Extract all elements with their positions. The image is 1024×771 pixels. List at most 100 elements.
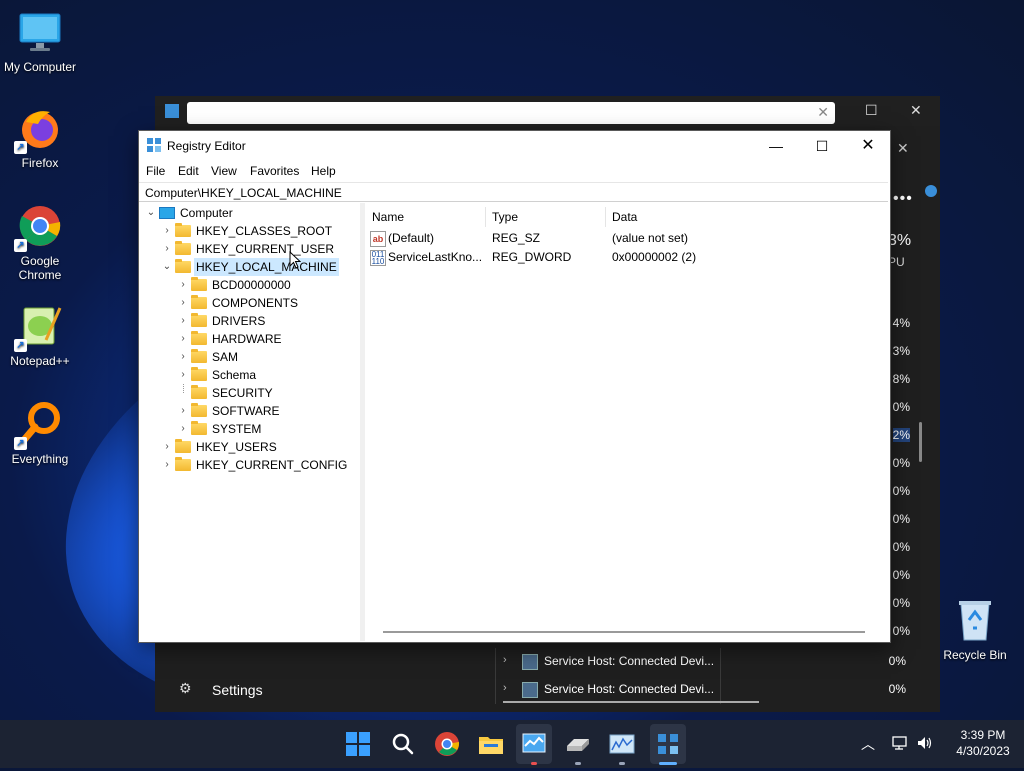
settings-nav-item[interactable]: ⚙ Settings: [155, 656, 495, 712]
maximize-icon[interactable]: ☐: [799, 131, 845, 161]
value-row[interactable]: ab (Default) REG_SZ (value not set): [370, 229, 870, 248]
chevron-right-icon[interactable]: ›: [178, 312, 188, 330]
tree-node-system[interactable]: › SYSTEM: [139, 420, 359, 438]
tree-node-hkey-classes-root[interactable]: › HKEY_CLASSES_ROOT: [139, 222, 359, 240]
registry-editor-titlebar[interactable]: Registry Editor — ☐ ✕: [139, 131, 890, 161]
chevron-right-icon[interactable]: ›: [178, 348, 188, 366]
value-row[interactable]: 011 110 ServiceLastKno... REG_DWORD 0x000…: [370, 248, 870, 267]
address-bar[interactable]: Computer\HKEY_LOCAL_MACHINE: [139, 182, 888, 202]
chevron-right-icon[interactable]: ›: [162, 456, 172, 474]
menu-bar: File Edit View Favorites Help: [139, 161, 890, 181]
taskbar-registry-editor[interactable]: [654, 730, 682, 758]
chevron-down-icon[interactable]: ⌄: [162, 258, 172, 276]
process-row[interactable]: › Service Host: Connected Devi... 0%: [500, 652, 910, 672]
chevron-right-icon[interactable]: ›: [178, 420, 188, 438]
tree-node-components[interactable]: › COMPONENTS: [139, 294, 359, 312]
desktop-icon-my-computer[interactable]: My Computer: [0, 8, 80, 74]
clear-search-icon[interactable]: ✕: [817, 104, 829, 121]
menu-file[interactable]: File: [146, 164, 165, 178]
tree-node-software[interactable]: › SOFTWARE: [139, 402, 359, 420]
tree-node-computer[interactable]: ⌄ Computer: [139, 204, 359, 222]
folder-open-icon: [175, 259, 191, 273]
tree-node-schema[interactable]: › Schema: [139, 366, 359, 384]
network-icon[interactable]: [891, 734, 909, 755]
menu-view[interactable]: View: [211, 164, 237, 178]
process-row[interactable]: › Service Host: Connected Devi... 0%: [500, 680, 910, 700]
horizontal-scrollbar[interactable]: [383, 631, 865, 633]
chevron-up-icon[interactable]: ︿: [861, 734, 875, 754]
desktop-icon-firefox[interactable]: ↗ Firefox: [0, 104, 80, 170]
folder-icon: [175, 457, 191, 471]
menu-edit[interactable]: Edit: [178, 164, 199, 178]
tree-label: HARDWARE: [212, 332, 282, 346]
column-header-type[interactable]: Type: [492, 207, 518, 227]
help-icon[interactable]: [925, 185, 937, 197]
tree-node-hardware[interactable]: › HARDWARE: [139, 330, 359, 348]
tree-label: SAM: [212, 350, 239, 364]
minimize-icon[interactable]: —: [753, 131, 799, 161]
desktop-icon-notepad-plus-plus[interactable]: ↗ Notepad++: [0, 302, 80, 368]
chevron-down-icon[interactable]: ⌄: [146, 204, 156, 222]
string-value-icon: ab: [370, 231, 386, 247]
more-options-icon[interactable]: •••: [893, 190, 913, 208]
column-header-name[interactable]: Name: [372, 207, 404, 227]
desktop-icon-recycle-bin[interactable]: Recycle Bin: [935, 596, 1015, 662]
start-button[interactable]: [344, 730, 372, 758]
registry-editor-icon: [658, 734, 678, 754]
folder-icon: [191, 277, 207, 291]
tree-label: SYSTEM: [212, 422, 262, 436]
tree-node-hkey-current-user[interactable]: › HKEY_CURRENT_USER: [139, 240, 359, 258]
tree-node-drivers[interactable]: › DRIVERS: [139, 312, 359, 330]
cpu-percent: 3%: [892, 344, 910, 358]
taskbar-resource-monitor[interactable]: [608, 730, 636, 758]
search-button[interactable]: [389, 730, 417, 758]
folder-icon: [175, 223, 191, 237]
maximize-icon[interactable]: ☐: [865, 102, 878, 119]
tree-label: SOFTWARE: [212, 404, 280, 418]
tree-node-hkey-current-config[interactable]: › HKEY_CURRENT_CONFIG: [139, 456, 359, 474]
chevron-right-icon[interactable]: ›: [162, 438, 172, 456]
column-divider[interactable]: [605, 207, 606, 227]
tree-node-hkey-users[interactable]: › HKEY_USERS: [139, 438, 359, 456]
menu-favorites[interactable]: Favorites: [250, 164, 299, 178]
desktop-icon-everything[interactable]: ↗ Everything: [0, 400, 80, 466]
monitor-icon: [16, 8, 64, 56]
chevron-right-icon[interactable]: ›: [178, 402, 188, 420]
taskbar-task-manager[interactable]: [520, 730, 548, 758]
taskbar-file-explorer[interactable]: [477, 730, 505, 758]
chevron-right-icon[interactable]: ›: [503, 682, 507, 694]
desktop-icon-google-chrome[interactable]: ↗ Google Chrome: [0, 202, 80, 282]
column-header-data[interactable]: Data: [612, 207, 637, 227]
tree-node-security[interactable]: SECURITY: [139, 384, 359, 402]
chevron-right-icon[interactable]: ›: [162, 222, 172, 240]
close-icon[interactable]: ✕: [897, 140, 909, 157]
tree-node-hkey-local-machine[interactable]: ⌄ HKEY_LOCAL_MACHINE: [139, 258, 359, 276]
chevron-right-icon[interactable]: ›: [503, 654, 507, 666]
clock[interactable]: 3:39 PM 4/30/2023: [950, 728, 1016, 758]
chevron-right-icon[interactable]: ›: [178, 276, 188, 294]
volume-icon[interactable]: [916, 734, 934, 755]
task-manager-titlebar: ✕ ☐ ✕: [155, 96, 940, 126]
menu-help[interactable]: Help: [311, 164, 336, 178]
running-indicator: [531, 762, 537, 765]
desktop-icon-label: Firefox: [21, 156, 59, 170]
scrollbar-thumb[interactable]: [919, 422, 922, 462]
chevron-right-icon[interactable]: ›: [178, 366, 188, 384]
close-icon[interactable]: ✕: [845, 131, 891, 161]
tree-node-bcd00000000[interactable]: › BCD00000000: [139, 276, 359, 294]
horizontal-scrollbar[interactable]: [503, 701, 759, 703]
column-divider[interactable]: [485, 207, 486, 227]
taskbar: ︿ 3:39 PM 4/30/2023: [0, 720, 1024, 768]
chevron-right-icon[interactable]: ›: [178, 330, 188, 348]
task-manager-search-input[interactable]: ✕: [187, 102, 835, 124]
close-icon[interactable]: ✕: [910, 102, 922, 119]
chevron-right-icon[interactable]: ›: [162, 240, 172, 258]
chevron-right-icon[interactable]: ›: [178, 294, 188, 312]
taskbar-chrome[interactable]: [433, 730, 461, 758]
cpu-percent: 0%: [892, 456, 910, 470]
taskbar-drive-tool[interactable]: [564, 730, 592, 758]
desktop-icon-label: Google Chrome: [18, 254, 62, 282]
tree-label: Computer: [180, 206, 233, 220]
tree-node-sam[interactable]: › SAM: [139, 348, 359, 366]
tree-label: HKEY_CURRENT_CONFIG: [196, 458, 348, 472]
